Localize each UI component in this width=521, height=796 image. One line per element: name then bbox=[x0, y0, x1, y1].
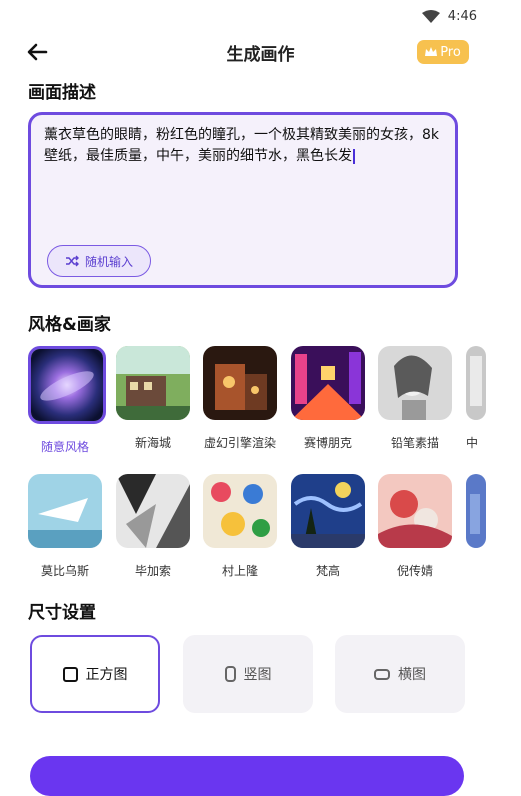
status-right: 4:46 bbox=[421, 9, 477, 24]
style-thumb-picasso bbox=[116, 474, 190, 548]
random-input-button[interactable]: 随机输入 bbox=[47, 245, 151, 277]
style-item-vangogh[interactable]: 梵高 bbox=[291, 474, 369, 579]
style-label: 新海城 bbox=[134, 436, 171, 450]
description-input[interactable]: 薰衣草色的眼睛，粉红色的瞳孔，一个极其精致美丽的女孩，8k壁纸，最佳质量，中午，… bbox=[28, 112, 458, 288]
status-time: 4:46 bbox=[447, 9, 477, 24]
random-input-label: 随机输入 bbox=[84, 254, 133, 269]
size-option-portrait[interactable]: 竖图 bbox=[183, 635, 313, 713]
styles-section-title: 风格&画家 bbox=[28, 315, 111, 335]
square-shape-icon bbox=[62, 666, 78, 682]
style-thumb-partial bbox=[466, 346, 486, 420]
crown-icon bbox=[425, 47, 438, 56]
style-thumb-random bbox=[28, 346, 106, 424]
style-thumb-unreal bbox=[203, 346, 277, 420]
size-option-label: 竖图 bbox=[243, 667, 272, 683]
style-label: 村上隆 bbox=[221, 564, 258, 578]
style-item-random[interactable]: 随意风格 bbox=[28, 346, 106, 455]
size-option-label: 横图 bbox=[398, 667, 426, 683]
style-label: 中 bbox=[466, 436, 479, 450]
size-option-square[interactable]: 正方图 bbox=[30, 635, 160, 713]
style-thumb-moebius bbox=[28, 474, 102, 548]
style-item-picasso[interactable]: 毕加索 bbox=[116, 474, 194, 579]
style-label: 随意风格 bbox=[40, 440, 89, 454]
style-label: 梵高 bbox=[315, 564, 340, 578]
size-option-landscape[interactable]: 横图 bbox=[335, 635, 465, 713]
style-thumb-murakami bbox=[203, 474, 277, 548]
description-text-wrapper: 薰衣草色的眼睛，粉红色的瞳孔，一个极其精致美丽的女孩，8k壁纸，最佳质量，中午，… bbox=[44, 125, 445, 167]
shuffle-icon bbox=[65, 255, 79, 267]
style-thumb-pencil bbox=[378, 346, 452, 420]
generate-button[interactable] bbox=[30, 756, 464, 796]
wifi-icon bbox=[421, 9, 440, 23]
style-label: 倪传婧 bbox=[396, 564, 433, 578]
style-thumb-cyberpunk bbox=[291, 346, 365, 420]
style-label: 毕加索 bbox=[134, 564, 171, 578]
style-item-moebius[interactable]: 莫比乌斯 bbox=[28, 474, 106, 579]
style-thumb-ni bbox=[378, 474, 452, 548]
style-thumb-shinkai bbox=[116, 346, 190, 420]
style-item-ni[interactable]: 倪传婧 bbox=[378, 474, 456, 579]
style-item-murakami[interactable]: 村上隆 bbox=[203, 474, 281, 579]
style-label: 铅笔素描 bbox=[390, 436, 439, 450]
description-text: 薰衣草色的眼睛，粉红色的瞳孔，一个极其精致美丽的女孩，8k壁纸，最佳质量，中午，… bbox=[44, 127, 440, 164]
style-item-partial[interactable]: 中 bbox=[466, 346, 521, 451]
style-thumb-partial-2 bbox=[466, 474, 486, 548]
size-option-label: 正方图 bbox=[85, 667, 128, 683]
style-label: 莫比乌斯 bbox=[40, 564, 89, 578]
style-thumb-vangogh bbox=[291, 474, 365, 548]
pro-badge[interactable]: Pro bbox=[417, 40, 469, 64]
landscape-shape-icon bbox=[374, 668, 390, 680]
size-section-title: 尺寸设置 bbox=[28, 603, 96, 623]
style-item-pencil[interactable]: 铅笔素描 bbox=[378, 346, 456, 451]
description-section-title: 画面描述 bbox=[28, 83, 96, 103]
pro-label: Pro bbox=[440, 44, 461, 60]
status-bar: 4:46 bbox=[0, 0, 521, 34]
text-caret bbox=[353, 148, 355, 164]
style-item-shinkai[interactable]: 新海城 bbox=[116, 346, 194, 451]
style-label: 虚幻引擎渲染 bbox=[203, 436, 276, 450]
style-item-unreal[interactable]: 虚幻引擎渲染 bbox=[203, 346, 281, 451]
app-bar: 生成画作 Pro bbox=[0, 34, 521, 70]
style-label: 赛博朋克 bbox=[303, 436, 352, 450]
style-item-partial-2[interactable] bbox=[466, 474, 521, 548]
style-item-cyberpunk[interactable]: 赛博朋克 bbox=[291, 346, 369, 451]
portrait-shape-icon bbox=[224, 666, 236, 682]
